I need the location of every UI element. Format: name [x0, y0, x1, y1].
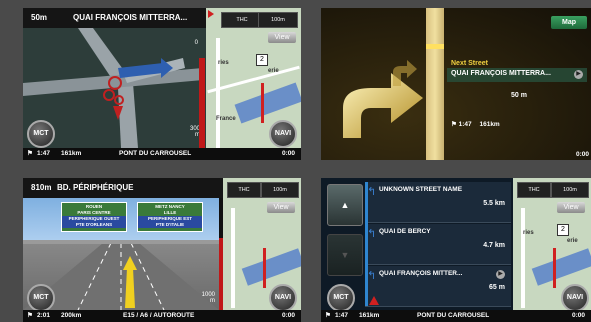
route-list-item[interactable]: ↰ QUAI FRANÇOIS MITTER... ▶ 65 m: [365, 266, 511, 307]
route-list-item[interactable]: ↰ QUAI DE BERCY 4.7 km: [365, 224, 511, 265]
distance-remaining: 161km: [479, 121, 500, 128]
map-label: erie: [567, 238, 578, 244]
remaining-distance-label: 1000 m: [201, 292, 215, 304]
scale-indicator: 100m: [258, 12, 298, 28]
direction-sign: ROUEN PARIS CENTRE PERIPHERIQUE OUEST PT…: [61, 202, 127, 232]
status-bar: ⚑ 2:01 200km E15 / A6 / AUTOROUTE 0:00: [23, 310, 301, 322]
route-street-name: UNKNOWN STREET NAME: [379, 186, 463, 193]
mct-button[interactable]: MCT: [27, 120, 55, 148]
nav-screen-highway: ROUEN PARIS CENTRE PERIPHERIQUE OUEST PT…: [23, 178, 301, 322]
time-remaining: 1:47: [458, 121, 472, 128]
route-list-item[interactable]: ↰ UNKNOWN STREET NAME 5.5 km: [365, 182, 511, 223]
route-distance: 4.7 km: [483, 242, 505, 249]
flag-icon: ⚑: [325, 312, 331, 319]
turn-arrow-icon: ↰: [367, 186, 377, 198]
trip-info: ⚑ 1:47 161km: [451, 120, 500, 128]
map-label: France: [216, 116, 236, 122]
current-street: PONT DU CARROUSEL: [119, 150, 192, 157]
next-street-box: QUAI FRANÇOIS MITTERRA... ▶: [447, 68, 587, 82]
clock: 0:00: [575, 151, 589, 158]
scale-indicator: 100m: [551, 182, 589, 198]
turn-arrow-icon: ↰: [367, 270, 377, 282]
scroll-down-button[interactable]: ▼: [327, 234, 363, 276]
compass-indicator: THC: [517, 182, 551, 198]
route-distance: 65 m: [489, 284, 505, 291]
distance-remaining: 161km: [359, 312, 380, 319]
current-street: PONT DU CARROUSEL: [417, 312, 490, 319]
next-street-name: QUAI FRANÇOIS MITTERRA...: [73, 13, 188, 22]
mct-button[interactable]: MCT: [327, 284, 355, 312]
route-line-indicator: [365, 182, 368, 306]
view-button[interactable]: View: [557, 202, 585, 213]
instruction-bar: 810m BD. PÉRIPHÉRIQUE: [23, 178, 223, 198]
route-number-badge: 2: [557, 224, 569, 236]
nav-screen-intersection: 0 300 m ries erie France 2 THC 100m View…: [23, 8, 301, 160]
time-remaining: 1:47: [335, 312, 349, 319]
warning-icon: [369, 296, 379, 305]
compass-indicator: THC: [227, 182, 261, 198]
map-label: ries: [218, 60, 229, 66]
map-label: ries: [523, 230, 534, 236]
view-button[interactable]: View: [268, 32, 296, 43]
compass-indicator: THC: [221, 12, 263, 28]
route-street-name: QUAI FRANÇOIS MITTER...: [379, 270, 463, 277]
flag-icon: ⚑: [27, 150, 33, 157]
flag-icon: ⚑: [27, 312, 33, 319]
instruction-bar: 50m QUAI FRANÇOIS MITTERRA...: [23, 8, 206, 28]
route-street-name: QUAI DE BERCY: [379, 228, 431, 235]
next-street-name: BD. PÉRIPHÉRIQUE: [57, 183, 134, 192]
view-button[interactable]: View: [267, 202, 295, 213]
next-street-heading: Next Street: [451, 60, 488, 67]
turn-arrow-icon: ↰: [367, 228, 377, 240]
turn-distance: 50m: [31, 13, 48, 22]
navi-button[interactable]: NAVI: [269, 120, 297, 148]
distance-remaining: 161km: [61, 150, 82, 157]
distance-zero-label: 0: [194, 40, 198, 46]
info-icon[interactable]: ▶: [574, 70, 583, 79]
nav-screen-route-list: ▲ ▼ ↰ UNKNOWN STREET NAME 5.5 km ↰ QUAI …: [321, 178, 591, 322]
small-turn-arrow-icon: [393, 60, 417, 86]
next-street-distance: 50 m: [511, 92, 527, 99]
scale-indicator: 100m: [261, 182, 299, 198]
route-distance: 5.5 km: [483, 200, 505, 207]
status-bar: ⚑ 1:47 161km PONT DU CARROUSEL 0:00: [23, 148, 301, 160]
time-remaining: 2:01: [37, 312, 51, 319]
direction-sign: METZ NANCY LILLE PERIPHERIQUE EST PTE D'…: [137, 202, 203, 232]
map-label: erie: [268, 68, 279, 74]
status-bar: ⚑ 1:47 161km PONT DU CARROUSEL 0:00: [321, 310, 591, 322]
distance-progress-bar: [199, 58, 205, 148]
nav-screen-next-street: Map Next Street QUAI FRANÇOIS MITTERRA..…: [321, 8, 591, 160]
flag-icon: ⚑: [451, 121, 459, 128]
route-number-badge: 2: [256, 54, 268, 66]
current-street: E15 / A6 / AUTOROUTE: [123, 312, 195, 319]
turn-distance: 810m: [31, 183, 52, 192]
road-strip-marker: [426, 44, 444, 49]
clock: 0:00: [571, 312, 585, 319]
sign-line: PTE D'ORLEANS: [62, 222, 126, 228]
info-icon[interactable]: ▶: [496, 270, 505, 279]
sign-line: PTE D'ITALIE: [138, 222, 202, 228]
clock: 0:00: [281, 150, 295, 157]
time-remaining: 1:47: [37, 150, 51, 157]
navi-button[interactable]: NAVI: [561, 284, 589, 312]
navi-button[interactable]: NAVI: [269, 284, 297, 312]
clock: 0:00: [281, 312, 295, 319]
mct-button[interactable]: MCT: [27, 284, 55, 312]
map-flag-icon: [208, 10, 214, 18]
map-button[interactable]: Map: [551, 16, 587, 29]
next-street-name: QUAI FRANÇOIS MITTERRA...: [451, 70, 551, 77]
scroll-up-button[interactable]: ▲: [327, 184, 363, 226]
distance-remaining: 200km: [61, 312, 82, 319]
